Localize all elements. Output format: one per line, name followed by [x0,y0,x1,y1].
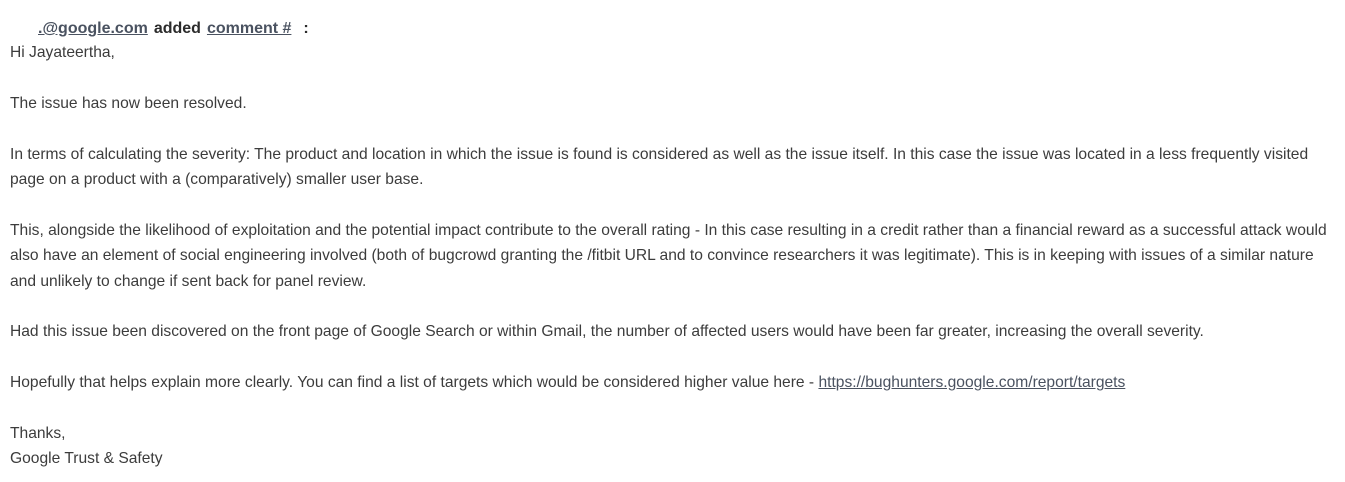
paragraph-rating: This, alongside the likelihood of exploi… [10,221,1327,290]
comment-number-link[interactable]: comment # [207,20,291,37]
signoff: Thanks, [10,425,66,442]
paragraph-targets: Hopefully that helps explain more clearl… [10,370,1340,395]
page: { "comment": { "author": ".@google.com",… [0,0,1345,482]
greeting: Hi Jayateertha, [10,44,115,61]
comment-header: .@google.com added comment #: [10,18,1340,40]
action-text: added [153,20,201,37]
signature-block: Thanks, Google Trust & Safety [10,421,1340,472]
signature: Google Trust & Safety [10,450,163,468]
paragraph-resolved: The issue has now been resolved. [10,94,247,112]
targets-link[interactable]: https://bughunters.google.com/report/tar… [818,374,1125,391]
header-colon: : [303,20,309,37]
comment: .@google.com added comment #: Hi Jayateert… [10,18,1340,472]
paragraph-severity: In terms of calculating the severity: Th… [10,145,1309,188]
author-email-link[interactable]: .@google.com [38,20,148,37]
comment-body: Hi Jayateertha, The issue has now been r… [10,40,1340,472]
paragraph-impact: Had this issue been discovered on the fr… [10,323,1204,341]
targets-text: Hopefully that helps explain more clearl… [10,374,819,392]
